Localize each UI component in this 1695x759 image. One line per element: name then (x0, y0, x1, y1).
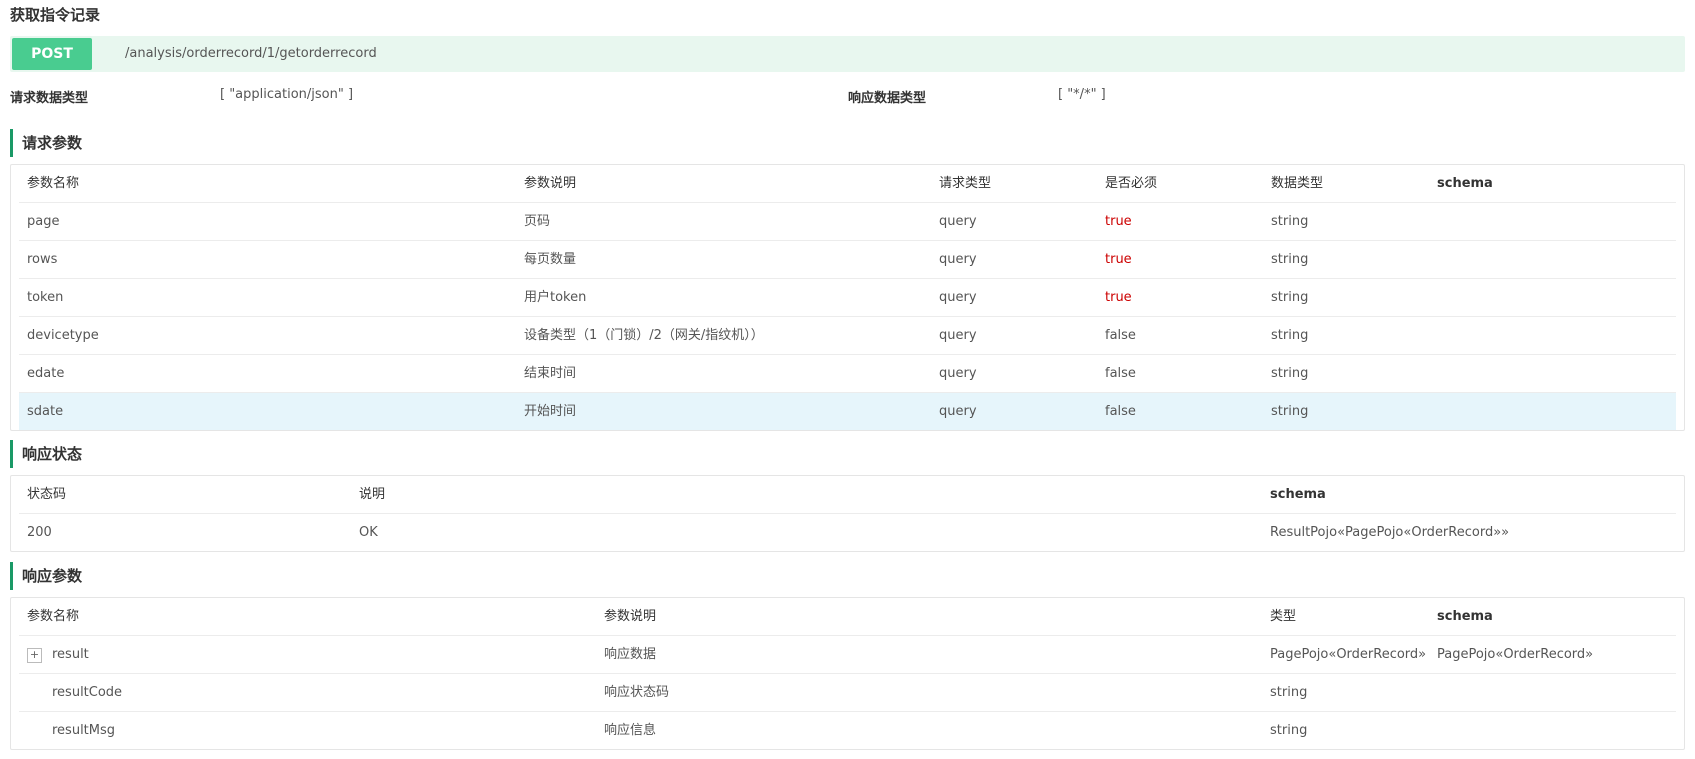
endpoint-path: /analysis/orderrecord/1/getorderrecord (125, 46, 377, 61)
col-header-type: 类型 (1270, 609, 1297, 624)
response-status-heading: 响应状态 (10, 440, 82, 468)
param-required: false (1105, 404, 1136, 419)
param-desc: 设备类型（1（门锁）/2（网关/指纹机）） (524, 328, 764, 343)
table-row[interactable]: resultMsg 响应信息 string (19, 712, 1676, 749)
param-name: resultMsg (52, 723, 116, 738)
param-name: devicetype (27, 328, 99, 343)
col-header-desc: 参数说明 (524, 176, 577, 191)
param-in: query (939, 290, 977, 305)
col-header-schema: schema (1437, 609, 1493, 624)
param-required: true (1105, 214, 1132, 229)
col-header-schema: schema (1437, 176, 1493, 191)
table-row[interactable]: 200 OK ResultPojo«PagePojo«OrderRecord»» (19, 514, 1676, 551)
col-header-name: 参数名称 (27, 609, 80, 624)
param-desc: 结束时间 (524, 366, 577, 381)
param-required: true (1105, 290, 1132, 305)
col-header-name: 参数名称 (27, 176, 80, 191)
param-in: query (939, 404, 977, 419)
table-row[interactable]: resultCode 响应状态码 string (19, 674, 1676, 712)
param-type: string (1270, 685, 1308, 700)
param-required: false (1105, 366, 1136, 381)
request-params-table: 参数名称 参数说明 请求类型 是否必须 数据类型 schema page 页码 … (10, 164, 1685, 431)
col-header-schema: schema (1270, 487, 1326, 502)
table-row[interactable]: edate 结束时间 query false string (19, 355, 1676, 393)
param-name: token (27, 290, 64, 305)
param-required: true (1105, 252, 1132, 267)
api-title: 获取指令记录 (10, 6, 101, 24)
table-header-row: 状态码 说明 schema (19, 476, 1676, 514)
status-code: 200 (27, 525, 52, 540)
param-type: string (1270, 723, 1308, 738)
param-desc: 响应数据 (604, 647, 657, 662)
response-status-table: 状态码 说明 schema 200 OK ResultPojo«PagePojo… (10, 475, 1685, 552)
param-type: string (1271, 252, 1309, 267)
param-desc: 每页数量 (524, 252, 577, 267)
param-desc: 响应状态码 (604, 685, 670, 700)
request-params-heading: 请求参数 (10, 129, 82, 157)
col-header-required: 是否必须 (1105, 176, 1158, 191)
param-desc: 开始时间 (524, 404, 577, 419)
response-type-label: 响应数据类型 (848, 91, 927, 106)
param-name: page (27, 214, 60, 229)
param-schema: PagePojo«OrderRecord» (1437, 647, 1594, 662)
param-desc: 用户token (524, 290, 587, 305)
param-name: sdate (27, 404, 64, 419)
param-name: edate (27, 366, 65, 381)
response-params-heading: 响应参数 (10, 562, 82, 590)
param-in: query (939, 214, 977, 229)
status-schema: ResultPojo«PagePojo«OrderRecord»» (1270, 525, 1510, 540)
table-row[interactable]: page 页码 query true string (19, 203, 1676, 241)
col-header-type: 数据类型 (1271, 176, 1324, 191)
param-type: string (1271, 290, 1309, 305)
param-name: result (52, 647, 89, 662)
table-row[interactable]: devicetype 设备类型（1（门锁）/2（网关/指纹机）） query f… (19, 317, 1676, 355)
param-type: string (1271, 328, 1309, 343)
param-desc: 页码 (524, 214, 551, 229)
request-type-label: 请求数据类型 (10, 91, 89, 106)
col-header-code: 状态码 (27, 487, 67, 502)
status-desc: OK (359, 525, 378, 540)
param-type: string (1271, 404, 1309, 419)
method-badge: POST (12, 38, 92, 70)
param-type: string (1271, 366, 1309, 381)
endpoint-bar[interactable]: POST /analysis/orderrecord/1/getorderrec… (10, 36, 1685, 72)
param-in: query (939, 366, 977, 381)
expand-toggle-icon[interactable]: + (27, 648, 42, 663)
param-required: false (1105, 328, 1136, 343)
table-row[interactable]: rows 每页数量 query true string (19, 241, 1676, 279)
col-header-desc: 说明 (359, 487, 386, 502)
response-type-value: [ "*/*" ] (1058, 87, 1106, 102)
param-in: query (939, 252, 977, 267)
table-row-highlighted[interactable]: sdate 开始时间 query false string (19, 393, 1676, 430)
col-header-in: 请求类型 (939, 176, 992, 191)
table-row[interactable]: token 用户token query true string (19, 279, 1676, 317)
col-header-desc: 参数说明 (604, 609, 657, 624)
response-params-table: 参数名称 参数说明 类型 schema + result 响应数据 PagePo… (10, 597, 1685, 750)
param-type: string (1271, 214, 1309, 229)
table-header-row: 参数名称 参数说明 类型 schema (19, 598, 1676, 636)
param-name: rows (27, 252, 58, 267)
request-type-value: [ "application/json" ] (220, 87, 354, 102)
table-header-row: 参数名称 参数说明 请求类型 是否必须 数据类型 schema (19, 165, 1676, 203)
param-desc: 响应信息 (604, 723, 657, 738)
table-row[interactable]: + result 响应数据 PagePojo«OrderRecord» Page… (19, 636, 1676, 674)
param-in: query (939, 328, 977, 343)
param-name: resultCode (52, 685, 123, 700)
param-type: PagePojo«OrderRecord» (1270, 647, 1427, 662)
